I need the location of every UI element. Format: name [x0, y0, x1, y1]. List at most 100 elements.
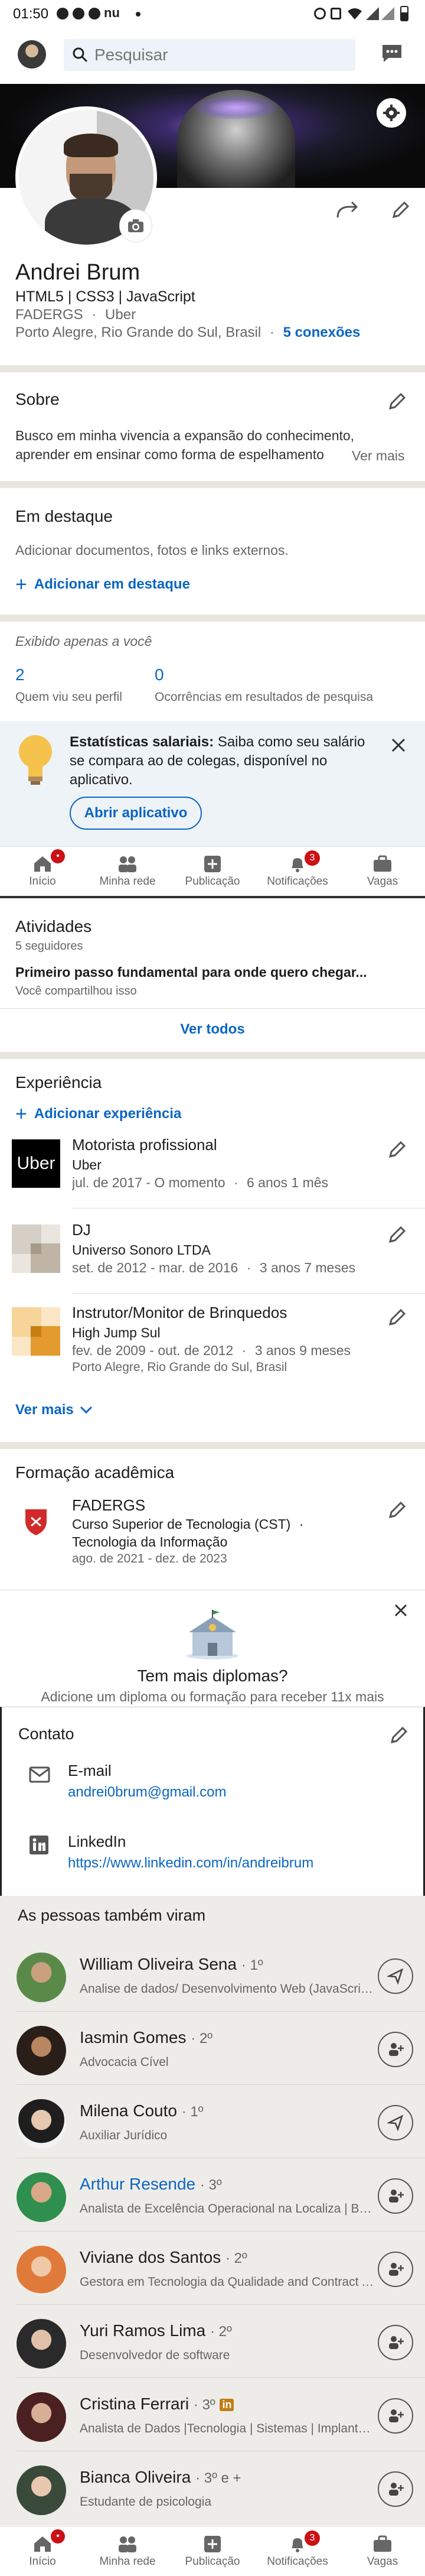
search-input[interactable] — [94, 44, 342, 66]
featured-title: Em destaque — [15, 507, 113, 525]
edit-about-button[interactable] — [382, 388, 411, 416]
nav-network[interactable]: Minha rede — [85, 2527, 170, 2576]
experience-see-more[interactable]: Ver mais — [15, 1402, 93, 1418]
nav-network[interactable]: Minha rede — [85, 847, 170, 896]
edit-intro-button[interactable] — [386, 196, 414, 225]
nav-home[interactable]: Início • — [0, 847, 85, 896]
person-card[interactable]: Milena Couto · 1º Auxiliar Jurídico — [0, 2085, 425, 2158]
salary-promo-line1: Estatísticas salariais: Saiba como seu s… — [70, 734, 365, 751]
edit-experience-button[interactable] — [382, 1136, 411, 1164]
avatar — [17, 2465, 66, 2515]
about-text-line2: aprender em ensinar como forma de espelh… — [15, 447, 324, 462]
send-message-button[interactable] — [378, 2105, 413, 2140]
photo-beard — [70, 174, 112, 202]
edit-experience-button[interactable] — [382, 1221, 411, 1249]
item-divider — [72, 1293, 425, 1294]
person-degree: · 2º — [225, 2250, 247, 2266]
nav-notifications[interactable]: Notificações 3 — [255, 2527, 340, 2576]
salary-promo-line2: se compara ao de colegas, disponível no — [70, 753, 328, 769]
add-experience-link[interactable]: + Adicionar experiência — [15, 1104, 181, 1124]
person-card[interactable]: Arthur Resende · 3º Analista de Excelênc… — [0, 2158, 425, 2231]
email-value[interactable]: andrei0brum@gmail.com — [68, 1784, 226, 1801]
search-bar[interactable] — [64, 39, 355, 71]
nav-jobs[interactable]: Vagas — [340, 847, 425, 896]
nubank-icon: nu — [104, 5, 120, 20]
person-name: Cristina Ferrari — [80, 2395, 189, 2413]
search-appearances-stat[interactable]: 0 Ocorrências em resultados de pesquisa — [155, 665, 403, 707]
person-name-line: Viviane dos Santos · 2º — [80, 2248, 247, 2267]
edit-contact-button[interactable] — [384, 1721, 413, 1750]
connect-button[interactable] — [378, 2398, 413, 2434]
shield-icon — [25, 1509, 47, 1535]
divider — [0, 615, 425, 622]
my-avatar[interactable] — [18, 40, 46, 69]
edit-education-button[interactable] — [382, 1496, 411, 1525]
person-card[interactable]: Viviane dos Santos · 2º Gestora em Tecno… — [0, 2231, 425, 2305]
person-name: Milena Couto — [80, 2101, 177, 2120]
experience-title-text: Motorista profissional — [72, 1136, 217, 1154]
person-card[interactable]: William Oliveira Sena · 1º Analise de da… — [0, 1938, 425, 2012]
about-see-more[interactable]: Ver mais — [352, 448, 404, 464]
briefcase-icon — [372, 855, 393, 873]
nav-post[interactable]: Publicação — [170, 2527, 255, 2576]
change-photo-button[interactable] — [119, 209, 152, 242]
experience-title: Experiência — [15, 1073, 102, 1092]
nav-post[interactable]: Publicação — [170, 847, 255, 896]
nav-home-label: Início — [29, 2555, 56, 2568]
followers-count[interactable]: 5 seguidores — [15, 940, 83, 953]
close-icon[interactable] — [394, 1604, 407, 1617]
person-card[interactable]: Bianca Oliveira · 3º e + Estudante de ps… — [0, 2451, 425, 2525]
experience-item[interactable]: Instrutor/Monitor de Brinquedos High Jum… — [0, 1302, 425, 1379]
nav-jobs-label: Vagas — [367, 2555, 398, 2568]
open-app-button[interactable]: Abrir aplicativo — [70, 797, 202, 830]
divider — [0, 1052, 425, 1059]
connect-button[interactable] — [378, 2325, 413, 2360]
connect-button[interactable] — [378, 2252, 413, 2287]
add-user-icon — [389, 2483, 404, 2496]
share-icon[interactable] — [335, 200, 361, 221]
experience-item[interactable]: Uber Motorista profissional Uber jul. de… — [0, 1135, 425, 1211]
connect-button[interactable] — [378, 2178, 413, 2214]
connections-link[interactable]: 5 conexões — [283, 324, 361, 340]
person-card[interactable]: Yuri Ramos Lima · 2º Desenvolvedor de so… — [0, 2305, 425, 2378]
send-message-button[interactable] — [378, 1958, 413, 1994]
person-card[interactable]: Cristina Ferrari · 3º in Analista de Dad… — [0, 2378, 425, 2451]
divider — [0, 365, 425, 372]
experience-item[interactable]: DJ Universo Sonoro LTDA set. de 2012 - m… — [0, 1220, 425, 1297]
edit-experience-button[interactable] — [382, 1304, 411, 1332]
education-short[interactable]: FADERGS — [15, 307, 83, 323]
pencil-icon — [388, 1226, 406, 1243]
messaging-icon[interactable] — [380, 41, 404, 65]
nav-notifications[interactable]: Notificações 3 — [255, 847, 340, 896]
pencil-icon — [392, 201, 410, 219]
person-name-line: Bianca Oliveira · 3º e + — [80, 2468, 241, 2487]
company-logo-placeholder — [12, 1307, 60, 1356]
connect-button[interactable] — [378, 2032, 413, 2067]
separator-dot: · — [246, 1260, 251, 1275]
nav-home[interactable]: Início • — [0, 2527, 85, 2576]
company-short[interactable]: Uber — [105, 307, 136, 323]
person-card[interactable]: Iasmin Gomes · 2º Advocacia Cível — [0, 2012, 425, 2085]
connect-button[interactable] — [378, 2471, 413, 2507]
experience-dates: set. de 2012 - mar. de 2016 — [72, 1260, 238, 1275]
add-featured-link[interactable]: + Adicionar em destaque — [15, 574, 190, 595]
add-experience-label: Adicionar experiência — [34, 1106, 182, 1122]
nav-notifications-label: Notificações — [267, 2555, 328, 2568]
person-name: Bianca Oliveira — [80, 2468, 191, 2486]
chevron-down-icon — [80, 1406, 92, 1414]
close-icon[interactable] — [391, 738, 406, 753]
education-item[interactable]: FADERGS Curso Superior de Tecnologia (CS… — [0, 1495, 425, 1572]
edit-cover-button[interactable] — [377, 98, 406, 128]
see-all-activity[interactable]: Ver todos — [177, 1021, 248, 1038]
person-degree: · 2º — [191, 2031, 213, 2046]
add-user-icon — [389, 2263, 404, 2276]
experience-company: Universo Sonoro LTDA — [72, 1242, 211, 1258]
profile-views-stat[interactable]: 2 Quem viu seu perfil — [15, 665, 145, 707]
nav-jobs[interactable]: Vagas — [340, 2527, 425, 2576]
linkedin-url[interactable]: https://www.linkedin.com/in/andreibrum — [68, 1855, 313, 1872]
person-headline: Advocacia Cível — [80, 2055, 169, 2069]
person-headline: Auxiliar Jurídico — [80, 2129, 168, 2142]
lightbulb-icon — [19, 735, 52, 785]
person-name: Yuri Ramos Lima — [80, 2321, 206, 2340]
activity-post-title[interactable]: Primeiro passo fundamental para onde que… — [15, 964, 367, 980]
